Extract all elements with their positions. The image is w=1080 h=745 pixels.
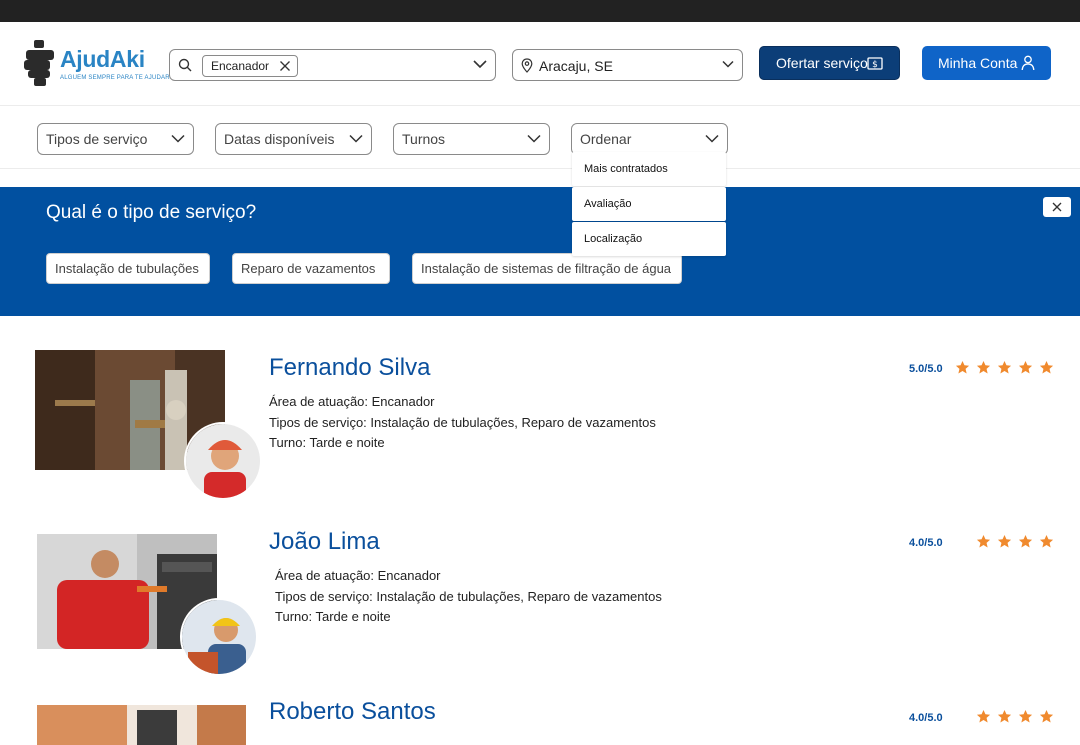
rating-score: 4.0/5.0 xyxy=(909,537,943,549)
location-pin-icon xyxy=(521,58,533,73)
location-value: Aracaju, SE xyxy=(539,58,613,74)
sort-option-rating[interactable]: Avaliação xyxy=(572,187,726,221)
filter-shifts[interactable]: Turnos xyxy=(393,123,550,155)
chevron-down-icon xyxy=(722,60,734,68)
chevron-down-icon xyxy=(705,134,719,143)
offer-service-button[interactable]: Ofertar serviço $ xyxy=(759,46,900,80)
rating-stars xyxy=(955,360,1054,375)
rating-stars xyxy=(976,534,1054,549)
rating-score: 5.0/5.0 xyxy=(909,363,943,375)
search-box[interactable]: Encanador xyxy=(169,49,496,81)
rating-score: 4.0/5.0 xyxy=(909,712,943,724)
banner-close-button[interactable] xyxy=(1043,197,1071,217)
filter-bar: Tipos de serviço Datas disponíveis Turno… xyxy=(0,106,1080,169)
search-chip-label: Encanador xyxy=(211,59,270,73)
filter-sort[interactable]: Ordenar xyxy=(571,123,728,155)
star-icon xyxy=(1018,709,1033,723)
provider-area: Área de atuação: Encanador xyxy=(269,394,435,409)
star-icon xyxy=(976,534,991,548)
logo-wordmark: AjudAki xyxy=(60,46,145,72)
banner-title: Qual é o tipo de serviço? xyxy=(46,202,257,223)
star-icon xyxy=(1018,534,1033,548)
star-icon xyxy=(1018,360,1033,374)
provider-name[interactable]: Roberto Santos xyxy=(269,698,436,726)
filter-service-types[interactable]: Tipos de serviço xyxy=(37,123,194,155)
cash-icon: $ xyxy=(867,57,883,70)
provider-card[interactable]: João Lima Área de atuação: Encanador Tip… xyxy=(0,514,1080,684)
filter-label: Datas disponíveis xyxy=(224,131,335,147)
chevron-down-icon[interactable] xyxy=(473,59,487,69)
provider-service-types: Tipos de serviço: Instalação de tubulaçõ… xyxy=(275,588,662,604)
user-icon xyxy=(1021,55,1035,71)
sort-dropdown-menu: Mais contratados Avaliação Localização xyxy=(572,152,726,258)
my-account-button[interactable]: Minha Conta xyxy=(922,46,1051,80)
provider-shift: Turno: Tarde e noite xyxy=(269,435,385,450)
star-icon xyxy=(997,360,1012,374)
chevron-down-icon xyxy=(171,134,185,143)
close-icon[interactable] xyxy=(279,60,291,72)
filter-label: Ordenar xyxy=(580,131,632,147)
provider-card[interactable]: Fernando Silva Área de atuação: Encanado… xyxy=(0,340,1080,510)
offer-service-label: Ofertar serviço xyxy=(776,55,868,71)
provider-details: Área de atuação: Encanador Tipos de serv… xyxy=(269,392,656,454)
star-icon xyxy=(997,709,1012,723)
star-icon xyxy=(1039,534,1054,548)
logo-tagline: ALGUEM SEMPRE PARA TE AJUDAR xyxy=(60,75,170,81)
provider-area: Área de atuação: Encanador xyxy=(275,568,441,583)
star-icon xyxy=(1039,709,1054,723)
provider-work-photo xyxy=(37,705,246,745)
search-icon xyxy=(178,58,192,72)
star-icon xyxy=(997,534,1012,548)
provider-avatar xyxy=(184,422,262,500)
handshake-logo-icon xyxy=(24,40,54,86)
logo[interactable]: AjudAki ALGUEM SEMPRE PARA TE AJUDAR xyxy=(24,40,170,88)
star-icon xyxy=(955,360,970,374)
service-chip-pipe-installation[interactable]: Instalação de tubulações xyxy=(46,253,210,284)
provider-shift: Turno: Tarde e noite xyxy=(275,609,391,624)
filter-available-dates[interactable]: Datas disponíveis xyxy=(215,123,372,155)
sort-option-most-hired[interactable]: Mais contratados xyxy=(572,152,726,186)
provider-details: Área de atuação: Encanador Tipos de serv… xyxy=(275,566,662,628)
star-icon xyxy=(1039,360,1054,374)
filter-label: Tipos de serviço xyxy=(46,131,148,147)
service-chip-leak-repair[interactable]: Reparo de vazamentos xyxy=(232,253,390,284)
chevron-down-icon xyxy=(349,134,363,143)
header: AjudAki ALGUEM SEMPRE PARA TE AJUDAR Enc… xyxy=(0,22,1080,106)
service-type-banner: Qual é o tipo de serviço? Instalação de … xyxy=(0,187,1080,316)
my-account-label: Minha Conta xyxy=(938,55,1018,71)
star-icon xyxy=(976,709,991,723)
search-chip[interactable]: Encanador xyxy=(202,55,299,77)
close-icon xyxy=(1052,202,1062,212)
provider-service-types: Tipos de serviço: Instalação de tubulaçõ… xyxy=(269,414,656,430)
rating-stars xyxy=(976,709,1054,724)
star-icon xyxy=(976,360,991,374)
provider-name[interactable]: João Lima xyxy=(269,528,380,556)
location-select[interactable]: Aracaju, SE xyxy=(512,49,743,81)
filter-label: Turnos xyxy=(402,131,446,147)
sort-option-location[interactable]: Localização xyxy=(572,222,726,256)
provider-card[interactable]: Roberto Santos 4.0/5.0 xyxy=(0,688,1080,745)
provider-name[interactable]: Fernando Silva xyxy=(269,354,430,382)
top-strip xyxy=(0,0,1080,22)
provider-avatar xyxy=(180,598,258,676)
svg-text:$: $ xyxy=(872,60,878,70)
chevron-down-icon xyxy=(527,134,541,143)
